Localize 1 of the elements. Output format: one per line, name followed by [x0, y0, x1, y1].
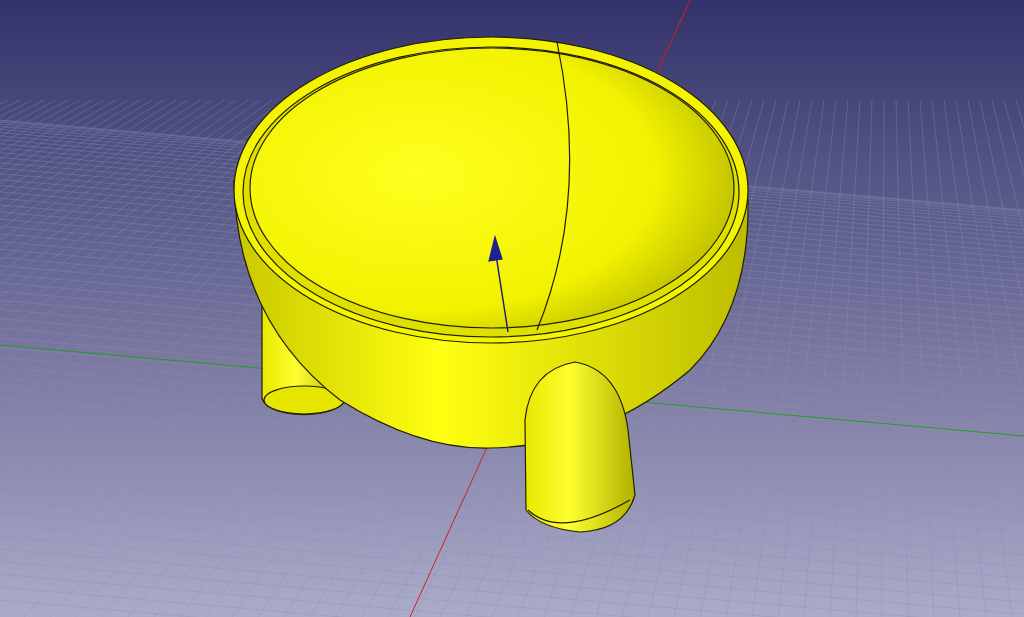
3d-viewport[interactable] [0, 0, 1024, 617]
